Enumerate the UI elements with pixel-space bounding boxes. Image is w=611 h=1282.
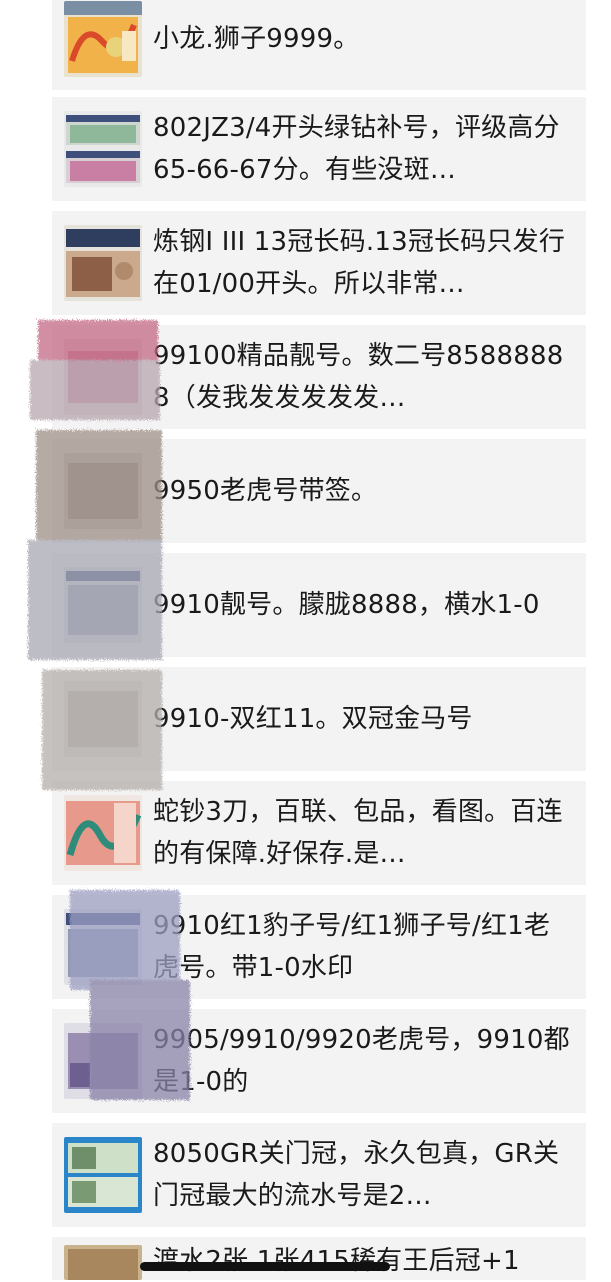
post-feed: 小龙.狮子9999。 802JZ3/4开头绿钻补号，评级高分65-66-67分。… xyxy=(0,0,611,1280)
post-text: 9910红1豹子号/红1狮子号/红1老虎号。带1-0水印 xyxy=(153,911,551,983)
banknote-thumbnail xyxy=(64,453,142,529)
post-text: 9910靓号。朦胧8888，横水1-0 xyxy=(153,590,540,620)
banknote-thumbnail xyxy=(64,339,142,415)
post-text: 9905/9910/9920老虎号，9910都是1-0的 xyxy=(153,1025,570,1097)
post-card[interactable]: 9910红1豹子号/红1狮子号/红1老虎号。带1-0水印 xyxy=(52,895,586,999)
post-card[interactable]: 802JZ3/4开头绿钻补号，评级高分65-66-67分。有些没斑… xyxy=(52,97,586,201)
post-text: 炼钢I III 13冠长码.13冠长码只发行在01/00开头。所以非常… xyxy=(153,227,566,299)
strikethrough-mark xyxy=(140,1262,390,1271)
graded-banknotes-thumbnail xyxy=(64,111,142,187)
snake-commemorative-notes-thumbnail xyxy=(64,795,142,871)
post-card[interactable]: 渡水2张.1张415稀有王后冠+1 xyxy=(52,1237,586,1280)
post-text: 渡水2张.1张415稀有王后冠+1 xyxy=(153,1246,520,1276)
post-text: 蛇钞3刀，百联、包品，看图。百连的有保障.好保存.是… xyxy=(153,797,563,869)
post-card[interactable]: 99100精品靓号。数二号85888888（发我发发发发发… xyxy=(52,325,586,429)
post-text: 802JZ3/4开头绿钻补号，评级高分65-66-67分。有些没斑… xyxy=(153,113,560,185)
fifty-yuan-banknotes-thumbnail xyxy=(64,1137,142,1213)
post-card[interactable]: 9950老虎号带签。 xyxy=(52,439,586,543)
five-yuan-banknote-thumbnail xyxy=(64,1023,142,1099)
post-card[interactable]: 炼钢I III 13冠长码.13冠长码只发行在01/00开头。所以非常… xyxy=(52,211,586,315)
banknote-thumbnail xyxy=(64,681,142,757)
post-text: 99100精品靓号。数二号85888888（发我发发发发发… xyxy=(153,341,564,413)
post-card[interactable]: 9910靓号。朦胧8888，横水1-0 xyxy=(52,553,586,657)
post-card[interactable]: 9905/9910/9920老虎号，9910都是1-0的 xyxy=(52,1009,586,1113)
dragon-banknote-thumbnail xyxy=(64,1,142,77)
graded-banknote-thumbnail xyxy=(64,567,142,643)
post-card[interactable]: 蛇钞3刀，百联、包品，看图。百连的有保障.好保存.是… xyxy=(52,781,586,885)
post-card[interactable]: 9910-双红11。双冠金马号 xyxy=(52,667,586,771)
post-card[interactable]: 小龙.狮子9999。 xyxy=(52,0,586,90)
post-text: 9910-双红11。双冠金马号 xyxy=(153,704,473,734)
post-text: 8050GR关门冠，永久包真，GR关门冠最大的流水号是2… xyxy=(153,1139,560,1211)
five-yuan-banknote-thumbnail xyxy=(64,1245,142,1280)
post-card[interactable]: 8050GR关门冠，永久包真，GR关门冠最大的流水号是2… xyxy=(52,1123,586,1227)
post-text: 9950老虎号带签。 xyxy=(153,476,378,506)
steelworker-banknote-thumbnail xyxy=(64,225,142,301)
post-text: 小龙.狮子9999。 xyxy=(153,24,360,54)
graded-banknote-thumbnail xyxy=(64,909,142,985)
